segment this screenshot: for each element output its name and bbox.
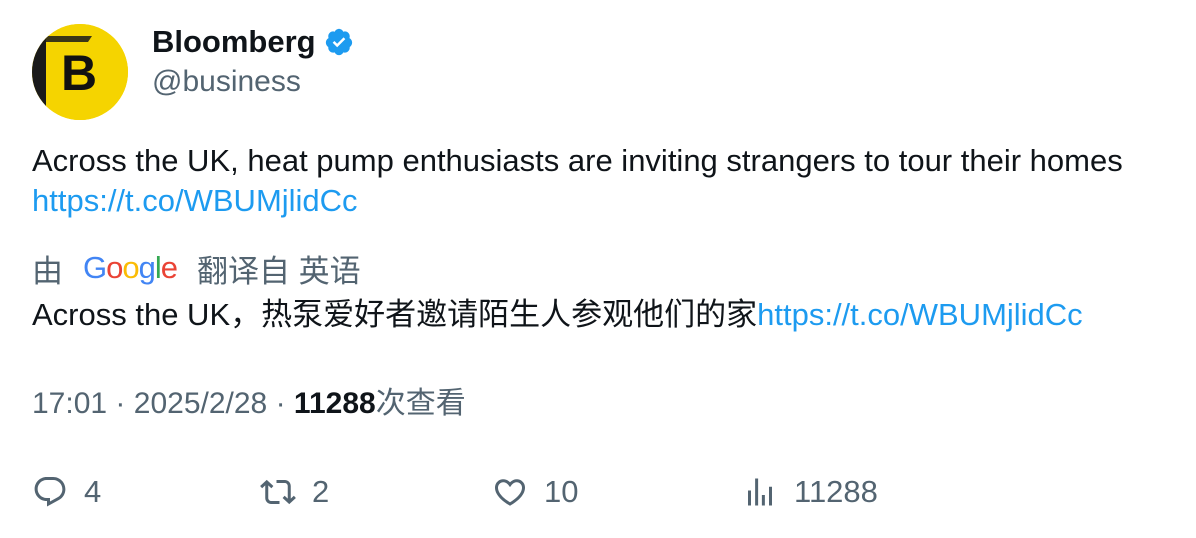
google-logo-icon: Google [83, 250, 178, 285]
meta-separator-2: · [275, 387, 286, 420]
translation-attribution: 由 Google 翻译自 英语 [32, 246, 361, 290]
views-label: 次查看 [375, 387, 466, 420]
retweet-count: 2 [312, 474, 330, 509]
action-bar: 4 2 10 11288 [32, 470, 1182, 514]
display-name[interactable]: Bloomberg [152, 22, 316, 62]
reply-button[interactable]: 4 [32, 470, 101, 514]
views-count: 11288 [293, 387, 376, 420]
reply-icon [34, 477, 66, 507]
meta-separator: · [115, 387, 126, 420]
translation-suffix: 翻译自 英语 [197, 253, 361, 289]
views-action-count: 11288 [794, 474, 878, 509]
reply-count: 4 [84, 474, 102, 509]
tweet-link[interactable]: https://t.co/WBUMjlidCc [32, 183, 358, 218]
bloomberg-logo-icon: B [32, 24, 128, 120]
avatar-letter: B [61, 45, 97, 101]
tweet-body: Across the UK, heat pump enthusiasts are… [32, 143, 1123, 178]
verified-badge-icon [324, 27, 354, 57]
like-count: 10 [544, 474, 579, 509]
author-handle[interactable]: @business [152, 62, 301, 102]
translated-link[interactable]: https://t.co/WBUMjlidCc [757, 297, 1083, 332]
tweet-date[interactable]: 2025/2/28 [134, 387, 267, 420]
avatar[interactable]: B [32, 24, 128, 120]
tweet-time[interactable]: 17:01 [32, 387, 107, 420]
tweet-text: Across the UK, heat pump enthusiasts are… [32, 141, 1182, 221]
views-button[interactable]: 11288 [742, 470, 878, 514]
like-button[interactable]: 10 [492, 470, 578, 514]
translation-prefix: 由 [32, 253, 63, 289]
author-name-row[interactable]: Bloomberg [152, 22, 354, 62]
analytics-icon [748, 478, 772, 506]
tweet-meta: 17:01 · 2025/2/28 · 11288次查看 [32, 384, 466, 424]
retweet-icon [260, 479, 296, 505]
heart-icon [494, 479, 526, 506]
retweet-button[interactable]: 2 [260, 470, 329, 514]
translated-text: Across the UK，热泵爱好者邀请陌生人参观他们的家https://t.… [32, 295, 1083, 335]
translated-body: Across the UK，热泵爱好者邀请陌生人参观他们的家 [32, 297, 758, 332]
